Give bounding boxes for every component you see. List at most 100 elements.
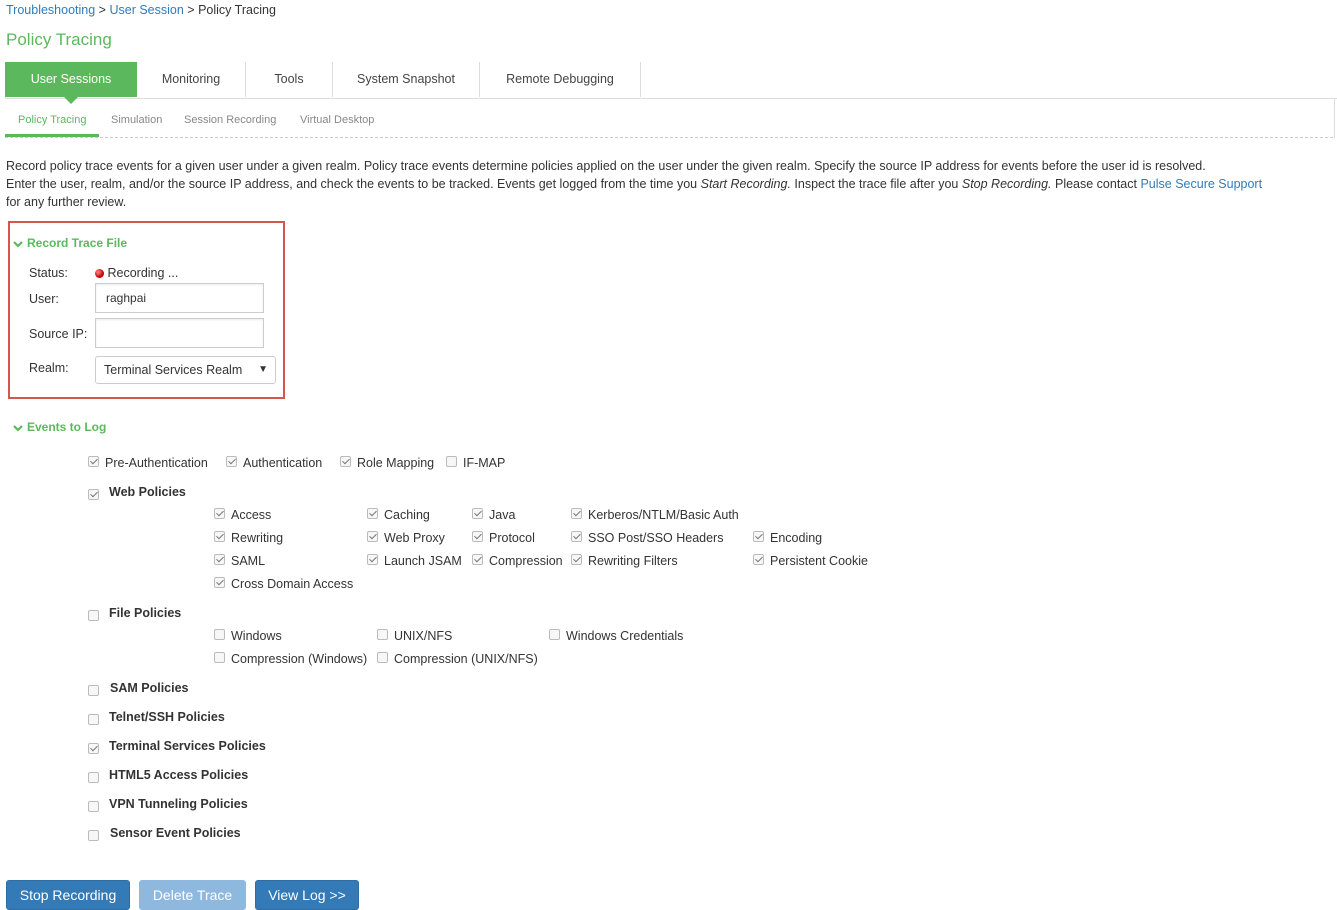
tab-monitoring[interactable]: Monitoring <box>137 62 246 97</box>
page-title: Policy Tracing <box>6 30 112 49</box>
telnet-ssh-policies-label: Telnet/SSH Policies <box>109 710 225 724</box>
encoding-checkbox[interactable] <box>753 531 764 542</box>
kerberos-checkbox[interactable] <box>571 508 582 519</box>
description-line: for any further review. <box>6 195 127 209</box>
breadcrumb-separator: > <box>98 3 106 17</box>
record-trace-title: Record Trace File <box>27 236 128 250</box>
protocol-label: Protocol <box>489 531 535 545</box>
web-proxy-checkbox[interactable] <box>367 531 378 542</box>
access-checkbox[interactable] <box>214 508 225 519</box>
realm-select[interactable]: Terminal Services Realm ▼ <box>95 356 276 384</box>
events-title: Events to Log <box>27 420 107 434</box>
web-policies-label: Web Policies <box>109 485 186 499</box>
windows-label: Windows <box>231 629 282 643</box>
vpn-tunneling-policies-label: VPN Tunneling Policies <box>109 797 248 811</box>
web-proxy-label: Web Proxy <box>384 531 445 545</box>
windows-credentials-label: Windows Credentials <box>566 629 684 643</box>
realm-label: Realm: <box>29 361 69 375</box>
subtab-virtual-desktop[interactable]: Virtual Desktop <box>300 114 374 126</box>
breadcrumb-current: Policy Tracing <box>198 3 276 17</box>
file-policies-checkbox[interactable] <box>88 610 99 621</box>
windows-credentials-checkbox[interactable] <box>549 629 560 640</box>
breadcrumb: Troubleshooting > User Session > Policy … <box>6 3 276 17</box>
rewriting-label: Rewriting <box>231 531 284 545</box>
role-mapping-label: Role Mapping <box>357 456 435 470</box>
sensor-event-policies-checkbox[interactable] <box>88 830 99 841</box>
encoding-label: Encoding <box>770 531 823 545</box>
java-label: Java <box>489 508 516 522</box>
access-label: Access <box>231 508 272 522</box>
windows-checkbox[interactable] <box>214 629 225 640</box>
unix-nfs-label: UNIX/NFS <box>394 629 453 643</box>
rewriting-checkbox[interactable] <box>214 531 225 542</box>
user-label: User: <box>29 292 59 306</box>
chevron-down-icon <box>13 241 23 248</box>
caching-checkbox[interactable] <box>367 508 378 519</box>
tab-remote-debugging[interactable]: Remote Debugging <box>480 62 641 97</box>
subtab-session-recording[interactable]: Session Recording <box>184 114 276 126</box>
compression-unix-checkbox[interactable] <box>377 652 388 663</box>
description-line: Record policy trace events for a given u… <box>6 159 1206 173</box>
compression-windows-checkbox[interactable] <box>214 652 225 663</box>
main-tabs: User Sessions Monitoring Tools System Sn… <box>5 62 1337 104</box>
breadcrumb-separator: > <box>187 3 195 17</box>
kerberos-label: Kerberos/NTLM/Basic Auth <box>588 508 739 522</box>
if-map-label: IF-MAP <box>463 456 506 470</box>
protocol-checkbox[interactable] <box>472 531 483 542</box>
cross-domain-access-checkbox[interactable] <box>214 577 225 588</box>
events-section-toggle[interactable]: Events to Log <box>13 420 106 434</box>
terminal-services-policies-checkbox[interactable] <box>88 743 99 754</box>
source-ip-label: Source IP: <box>29 327 88 341</box>
record-trace-section-toggle[interactable]: Record Trace File <box>13 236 127 250</box>
breadcrumb-troubleshooting[interactable]: Troubleshooting <box>6 3 95 17</box>
authentication-checkbox[interactable] <box>226 456 237 467</box>
sam-policies-label: SAM Policies <box>110 681 189 695</box>
compression-windows-label: Compression (Windows) <box>231 652 368 666</box>
cross-domain-access-label: Cross Domain Access <box>231 577 354 591</box>
compression-checkbox[interactable] <box>472 554 483 565</box>
vpn-tunneling-policies-checkbox[interactable] <box>88 801 99 812</box>
tab-user-sessions[interactable]: User Sessions <box>5 62 137 104</box>
tab-tools[interactable]: Tools <box>246 62 333 97</box>
pulse-secure-support-link[interactable]: Pulse Secure Support <box>1140 177 1262 191</box>
persistent-cookie-label: Persistent Cookie <box>770 554 868 568</box>
breadcrumb-user-session[interactable]: User Session <box>109 3 183 17</box>
chevron-down-icon <box>13 425 23 432</box>
html5-access-policies-checkbox[interactable] <box>88 772 99 783</box>
saml-label: SAML <box>231 554 266 568</box>
if-map-checkbox[interactable] <box>446 456 457 467</box>
subtab-simulation[interactable]: Simulation <box>111 114 162 126</box>
subtab-policy-tracing[interactable]: Policy Tracing <box>18 114 86 126</box>
unix-nfs-checkbox[interactable] <box>377 629 388 640</box>
telnet-ssh-policies-checkbox[interactable] <box>88 714 99 725</box>
compression-unix-label: Compression (UNIX/NFS) <box>394 652 538 666</box>
description-line: Enter the user, realm, and/or the source… <box>6 177 1263 191</box>
web-policies-checkbox[interactable] <box>88 489 99 500</box>
sso-label: SSO Post/SSO Headers <box>588 531 724 545</box>
saml-checkbox[interactable] <box>214 554 225 565</box>
sensor-event-policies-label: Sensor Event Policies <box>110 826 241 840</box>
launch-jsam-label: Launch JSAM <box>384 554 462 568</box>
recording-indicator-icon <box>95 269 104 279</box>
role-mapping-checkbox[interactable] <box>340 456 351 467</box>
realm-selected-value: Terminal Services Realm <box>104 363 243 377</box>
dropdown-caret-icon: ▼ <box>258 364 268 375</box>
sam-policies-checkbox[interactable] <box>88 685 99 696</box>
compression-label: Compression <box>489 554 563 568</box>
sso-checkbox[interactable] <box>571 531 582 542</box>
source-ip-input[interactable] <box>95 318 264 348</box>
pre-authentication-label: Pre-Authentication <box>105 456 208 470</box>
java-checkbox[interactable] <box>472 508 483 519</box>
user-input[interactable]: raghpai <box>95 283 264 313</box>
status-value: Recording ... <box>95 266 178 280</box>
pre-authentication-checkbox[interactable] <box>88 456 99 467</box>
divider <box>1334 98 1335 138</box>
rewriting-filters-checkbox[interactable] <box>571 554 582 565</box>
status-label: Status: <box>29 266 68 280</box>
html5-access-policies-label: HTML5 Access Policies <box>109 768 249 782</box>
launch-jsam-checkbox[interactable] <box>367 554 378 565</box>
tab-system-snapshot[interactable]: System Snapshot <box>333 62 480 97</box>
terminal-services-policies-label: Terminal Services Policies <box>109 739 266 753</box>
persistent-cookie-checkbox[interactable] <box>753 554 764 565</box>
caching-label: Caching <box>384 508 430 522</box>
